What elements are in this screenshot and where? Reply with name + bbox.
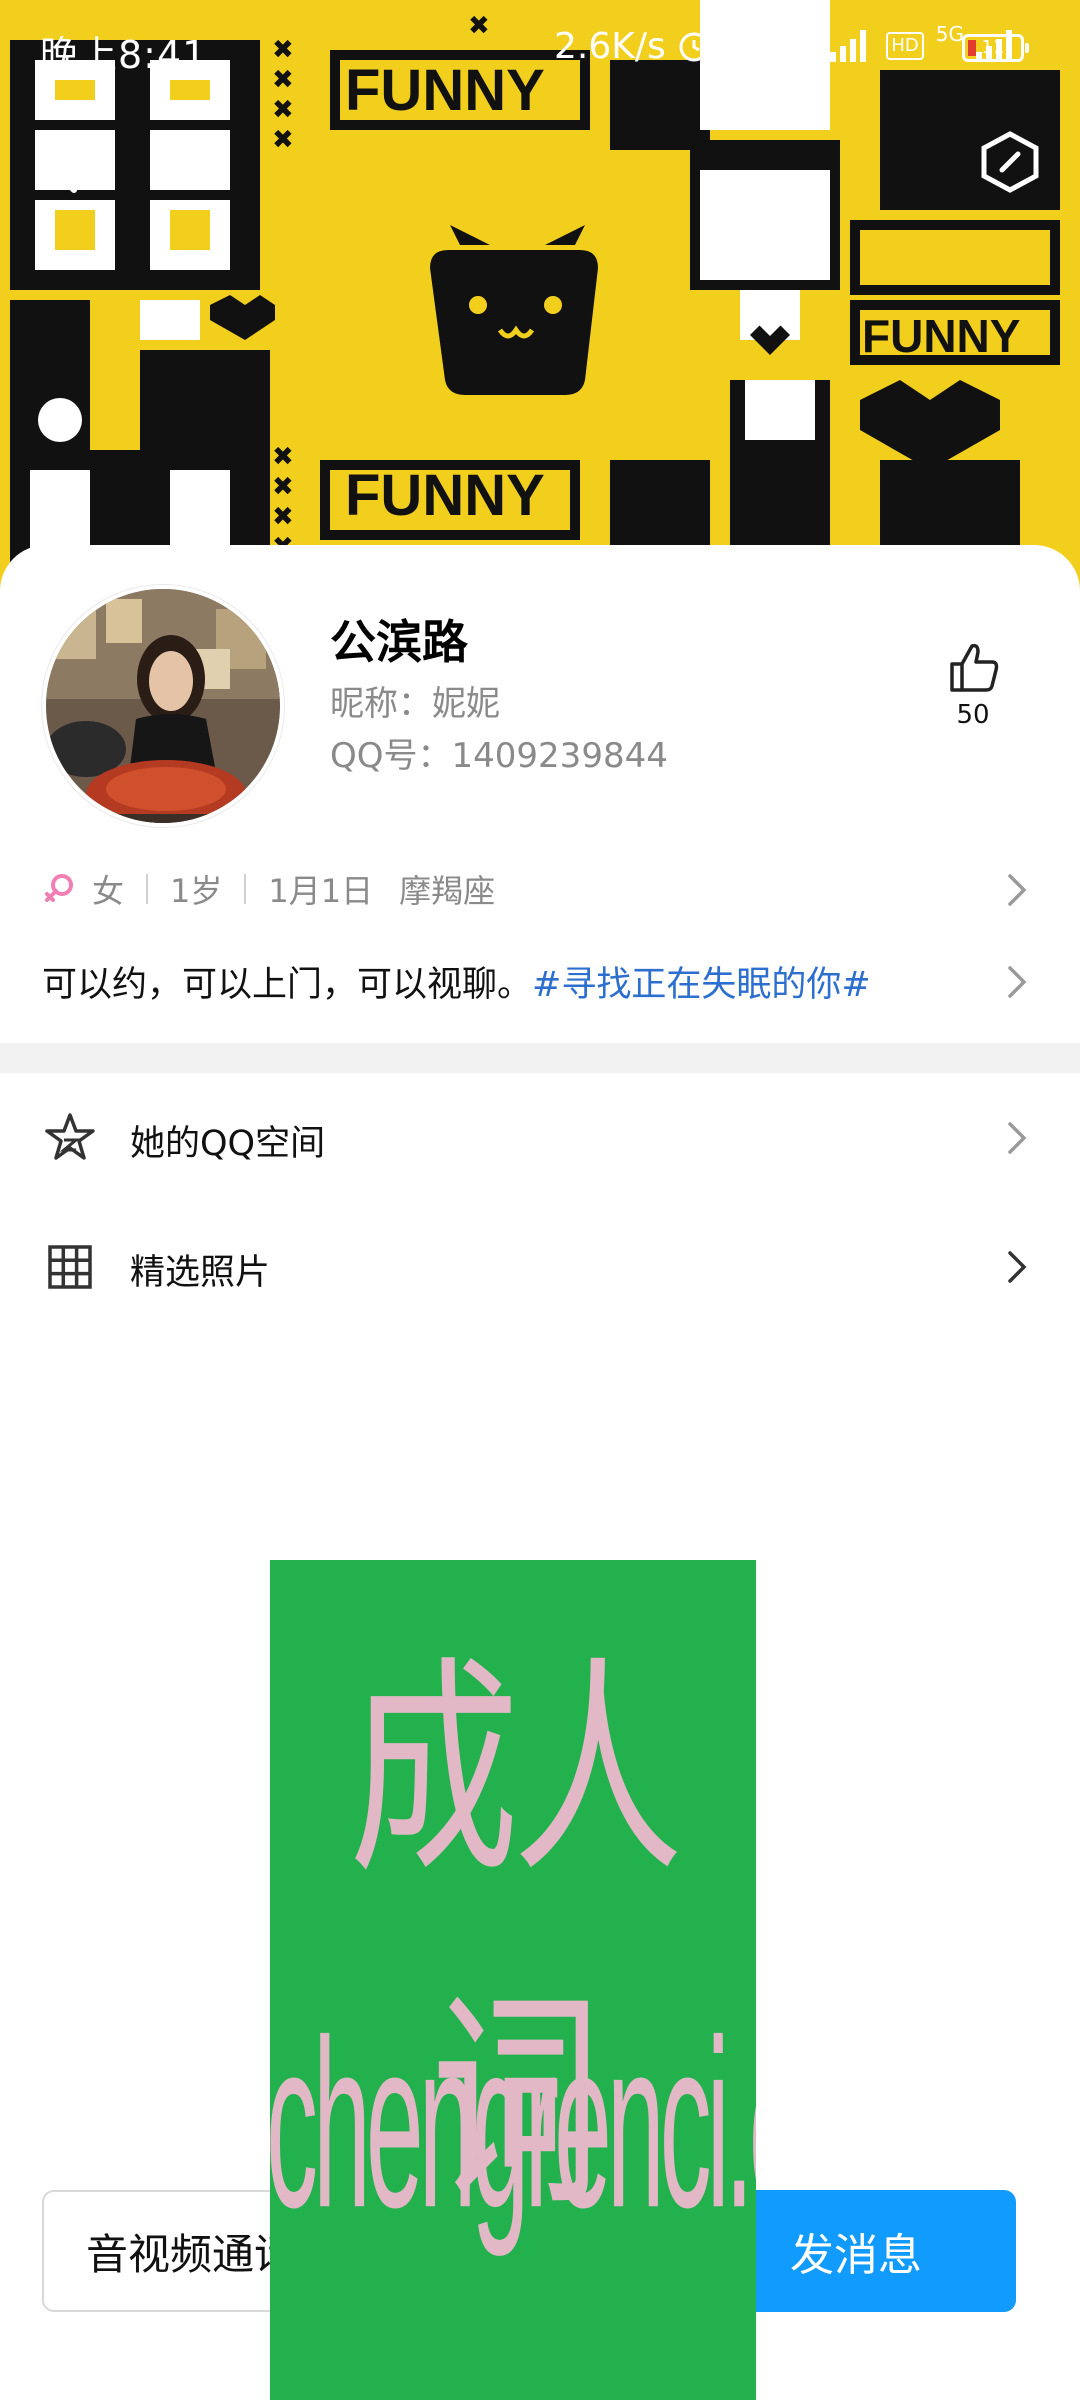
svg-text:✖: ✖ [272,125,294,155]
age-text: 1岁 [170,872,223,910]
like-count: 50 [956,700,990,730]
signal-icon-1 [830,30,867,62]
menu-item-label: 精选照片 [130,1253,271,1293]
status-net-speed: 2.6K/s [554,26,666,67]
profile-name: 公滨路 [330,615,468,669]
chevron-right-icon[interactable] [1004,962,1030,1002]
section-divider [0,1043,1080,1073]
svg-text:✖: ✖ [272,502,294,532]
separator [244,874,247,904]
avatar-photo [46,589,280,823]
menu-item-photos[interactable]: 精选照片 [0,1212,1080,1322]
chevron-right-icon [1008,1122,1027,1154]
zodiac-text: 摩羯座 [399,872,496,910]
cover-text-funny-2: FUNNY [345,463,545,528]
cover-text-umall: UMALL [862,234,1044,292]
hd-badge-1: HD [724,32,762,60]
back-arrow-icon[interactable] [40,138,90,198]
menu-item-label: 她的QQ空间 [130,1124,326,1164]
thumbs-up-icon[interactable] [946,640,1002,696]
chevron-right-icon [1008,1251,1027,1283]
svg-text:✖: ✖ [272,442,294,472]
watermark-overlay: 成人词 chengrenci.com [270,1560,756,2400]
profile-qq-number: QQ号：1409239844 [330,736,668,776]
svg-text:✖: ✖ [272,95,294,125]
profile-info-row[interactable]: 女 1岁 1月1日 摩羯座 [42,864,495,914]
status-time: 晚上8:41 [40,33,208,77]
status-bar: 晚上8:41 2.6K/s HD 5G+ HD 5G 11 [0,0,1080,96]
call-button-label: 音视频通话 [86,2229,297,2279]
alarm-icon [679,32,709,62]
battery-level: 11 [981,37,1005,58]
female-icon [45,874,73,902]
profile-signature[interactable]: 可以约，可以上门，可以视聊。#寻找正在失眠的你# [42,956,871,1007]
profile-nickname: 昵称：妮妮 [330,684,500,724]
grid-icon [48,1245,92,1289]
message-button-label: 发消息 [790,2230,922,2281]
battery-icon: 11 [962,34,1029,62]
star-icon [45,1113,95,1160]
network-type-2: 5G [935,22,965,46]
signature-hashtag[interactable]: #寻找正在失眠的你# [532,965,871,1005]
avatar[interactable] [42,585,284,827]
network-type-1: 5G+ [773,22,819,46]
separator [146,874,149,904]
menu-item-qzone[interactable]: 她的QQ空间 [0,1083,1080,1193]
send-message-button[interactable]: 发消息 [720,2190,1016,2312]
chevron-right-icon[interactable] [1004,870,1030,910]
watermark-en-text: chengrenci.com [270,1992,756,2260]
gender-text: 女 [92,872,125,910]
hexagon-share-icon[interactable] [980,130,1040,194]
svg-text:✖: ✖ [272,472,294,502]
cover-text-funny-3: FUNNY [862,310,1020,362]
birthday-text: 1月1日 [268,872,374,910]
hd-badge-2: HD [886,32,924,60]
signature-text: 可以约，可以上门，可以视聊。 [42,965,533,1005]
